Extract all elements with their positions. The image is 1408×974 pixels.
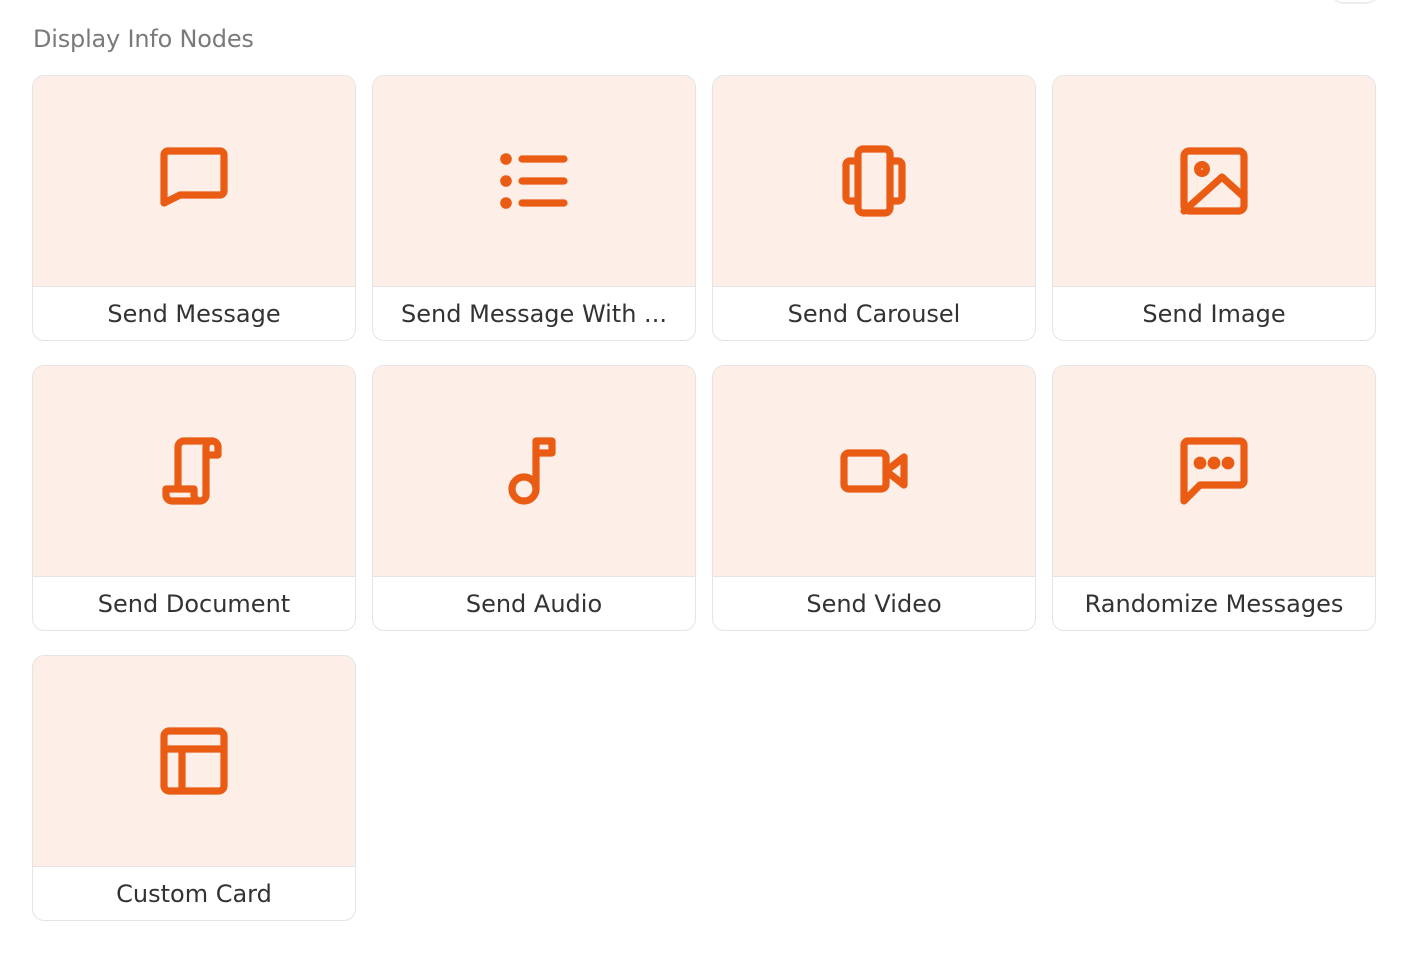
card-icon-area bbox=[1053, 76, 1375, 287]
image-icon bbox=[1180, 147, 1248, 215]
card-icon-area bbox=[713, 76, 1035, 287]
card-label: Send Message With ... bbox=[401, 299, 667, 328]
message-square-icon bbox=[160, 147, 228, 207]
node-card-send-document[interactable]: Send Document bbox=[32, 365, 356, 631]
card-label: Send Audio bbox=[465, 589, 603, 618]
node-card-send-message[interactable]: Send Message bbox=[32, 75, 356, 341]
card-label: Send Image bbox=[1142, 299, 1286, 328]
card-label: Send Video bbox=[806, 589, 942, 618]
carousel-icon bbox=[842, 145, 906, 217]
card-label: Randomize Messages bbox=[1084, 589, 1344, 618]
top-right-control-edge bbox=[1330, 0, 1380, 4]
card-label: Custom Card bbox=[116, 879, 272, 908]
card-icon-area bbox=[33, 76, 355, 287]
node-card-grid: Send Message Send Message With ... Send … bbox=[32, 75, 1376, 921]
message-dots-icon bbox=[1180, 437, 1248, 505]
node-card-send-image[interactable]: Send Image bbox=[1052, 75, 1376, 341]
card-icon-area bbox=[373, 76, 695, 287]
card-icon-area bbox=[33, 656, 355, 867]
card-icon-area bbox=[1053, 366, 1375, 577]
section-title: Display Info Nodes bbox=[33, 25, 254, 53]
card-label: Send Message bbox=[107, 299, 281, 328]
card-label: Send Carousel bbox=[787, 299, 961, 328]
card-icon-area bbox=[33, 366, 355, 577]
layout-icon bbox=[160, 727, 228, 795]
scroll-document-icon bbox=[162, 437, 222, 505]
list-icon bbox=[500, 153, 568, 209]
node-card-send-message-with-list[interactable]: Send Message With ... bbox=[372, 75, 696, 341]
node-card-send-carousel[interactable]: Send Carousel bbox=[712, 75, 1036, 341]
node-card-randomize-messages[interactable]: Randomize Messages bbox=[1052, 365, 1376, 631]
card-icon-area bbox=[713, 366, 1035, 577]
card-label: Send Document bbox=[97, 589, 291, 618]
node-card-send-video[interactable]: Send Video bbox=[712, 365, 1036, 631]
video-camera-icon bbox=[840, 449, 908, 493]
card-icon-area bbox=[373, 366, 695, 577]
node-card-send-audio[interactable]: Send Audio bbox=[372, 365, 696, 631]
node-card-custom-card[interactable]: Custom Card bbox=[32, 655, 356, 921]
music-note-icon bbox=[508, 437, 556, 505]
